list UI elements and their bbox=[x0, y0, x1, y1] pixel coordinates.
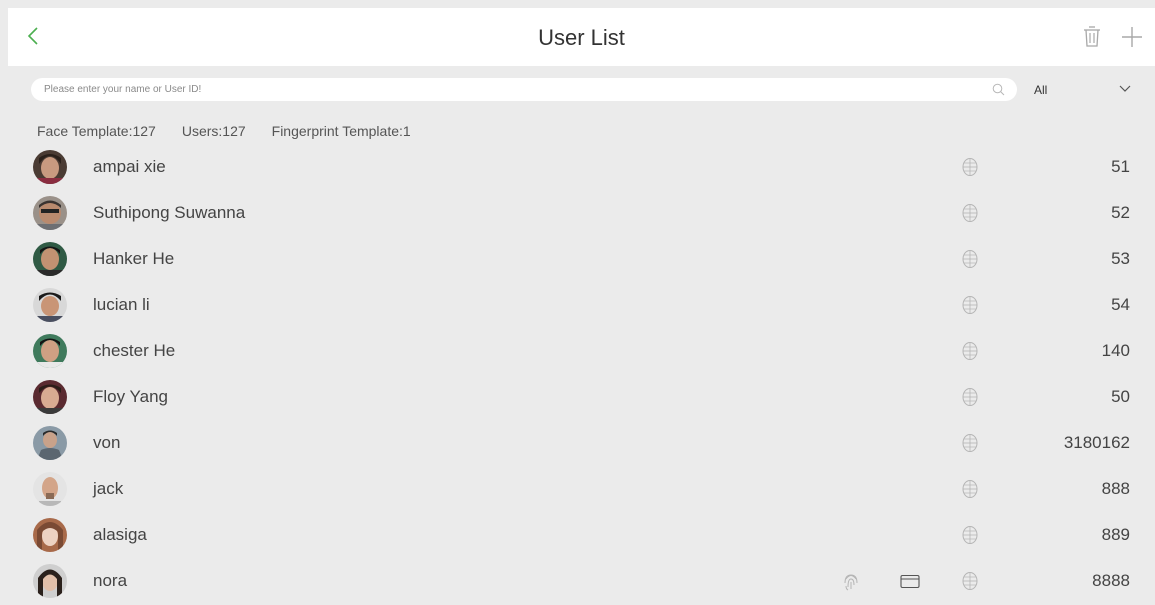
trash-icon bbox=[1084, 26, 1100, 47]
add-user-button[interactable] bbox=[1119, 24, 1145, 50]
filter-dropdown[interactable]: All bbox=[1026, 78, 1138, 101]
user-row[interactable]: nora 8888 bbox=[0, 558, 1155, 604]
user-id: 51 bbox=[1111, 157, 1130, 176]
search-box bbox=[31, 78, 1017, 101]
user-name: alasiga bbox=[93, 525, 147, 544]
avatar bbox=[33, 334, 67, 368]
user-name: ampai xie bbox=[93, 157, 166, 176]
fingerprint-icon bbox=[844, 574, 858, 591]
user-list: ampai xie 51 Suthipong Suwanna 52 Hanker… bbox=[0, 144, 1155, 604]
user-id: 888 bbox=[1101, 479, 1130, 498]
user-id: 889 bbox=[1101, 525, 1130, 544]
delete-button[interactable] bbox=[1081, 25, 1103, 49]
avatar bbox=[33, 564, 67, 598]
user-row[interactable]: alasiga 889 bbox=[0, 512, 1155, 558]
search-icon[interactable] bbox=[992, 83, 1005, 96]
user-id: 54 bbox=[1111, 295, 1130, 314]
page-title: User List bbox=[538, 25, 625, 50]
avatar bbox=[33, 288, 67, 322]
face-icon bbox=[962, 572, 978, 590]
filter-selected-value: All bbox=[1034, 83, 1048, 97]
avatar bbox=[33, 380, 67, 414]
user-name: chester He bbox=[93, 341, 176, 360]
user-id: 3180162 bbox=[1063, 433, 1130, 452]
face-icon bbox=[962, 204, 978, 222]
user-list-screen: User List All bbox=[0, 0, 1155, 605]
user-row[interactable]: chester He 140 bbox=[0, 328, 1155, 374]
user-id: 140 bbox=[1101, 341, 1130, 360]
avatar bbox=[33, 150, 67, 184]
face-icon bbox=[962, 526, 978, 544]
user-name: von bbox=[93, 433, 121, 452]
user-id: 52 bbox=[1111, 203, 1130, 222]
user-id: 50 bbox=[1111, 387, 1130, 406]
avatar bbox=[33, 426, 67, 460]
avatar bbox=[33, 242, 67, 276]
face-icon bbox=[962, 388, 978, 406]
face-icon bbox=[962, 158, 978, 176]
avatar bbox=[33, 518, 67, 552]
plus-icon bbox=[1122, 27, 1142, 47]
user-id: 8888 bbox=[1092, 571, 1130, 590]
search-bar-row: All bbox=[8, 66, 1155, 116]
fingerprint-template-count: Fingerprint Template:1 bbox=[271, 123, 411, 139]
user-name: Floy Yang bbox=[93, 387, 168, 406]
face-icon bbox=[962, 296, 978, 314]
search-input[interactable] bbox=[44, 78, 974, 101]
user-row[interactable]: jack 888 bbox=[0, 466, 1155, 512]
user-row[interactable]: von 3180162 bbox=[0, 420, 1155, 466]
top-bar: User List bbox=[8, 8, 1155, 66]
chevron-down-icon bbox=[1119, 85, 1131, 92]
face-icon bbox=[962, 434, 978, 452]
avatar bbox=[33, 472, 67, 506]
user-id: 53 bbox=[1111, 249, 1130, 268]
face-template-count: Face Template:127 bbox=[37, 123, 156, 139]
user-name: lucian li bbox=[93, 295, 150, 314]
user-row[interactable]: Suthipong Suwanna 52 bbox=[0, 190, 1155, 236]
user-row[interactable]: ampai xie 51 bbox=[0, 144, 1155, 190]
face-icon bbox=[962, 480, 978, 498]
face-icon bbox=[962, 342, 978, 360]
users-count: Users:127 bbox=[181, 123, 246, 139]
user-name: Suthipong Suwanna bbox=[93, 203, 246, 222]
face-icon bbox=[962, 250, 978, 268]
user-row[interactable]: Hanker He 53 bbox=[0, 236, 1155, 282]
avatar bbox=[33, 196, 67, 230]
user-row[interactable]: lucian li 54 bbox=[0, 282, 1155, 328]
user-name: jack bbox=[93, 479, 124, 498]
user-name: nora bbox=[93, 571, 128, 590]
card-icon bbox=[900, 574, 920, 589]
user-name: Hanker He bbox=[93, 249, 175, 268]
template-stats: Face Template:127 Users:127 Fingerprint … bbox=[37, 123, 437, 139]
user-row[interactable]: Floy Yang 50 bbox=[0, 374, 1155, 420]
